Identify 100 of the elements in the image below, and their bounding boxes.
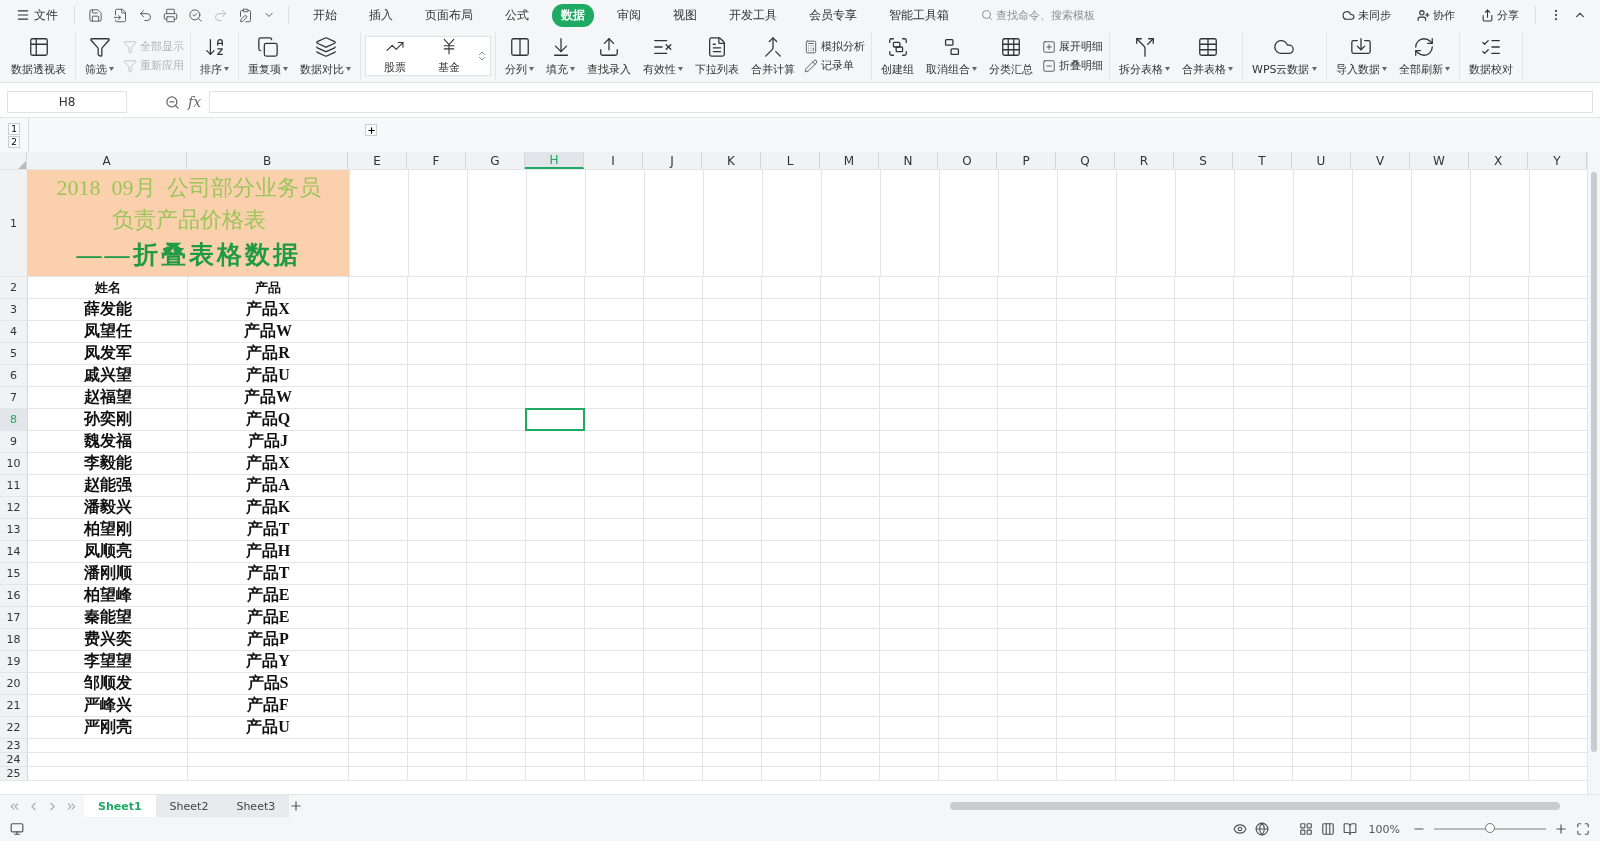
ribbon-button[interactable]: 模拟分析 bbox=[802, 39, 867, 54]
row-header[interactable]: 12 bbox=[0, 497, 28, 518]
gallery-item[interactable]: 股票 bbox=[368, 37, 422, 75]
ribbon-button[interactable]: 拆分表格 bbox=[1114, 32, 1175, 80]
column-header[interactable]: I bbox=[584, 152, 643, 169]
normal-view-icon[interactable] bbox=[1298, 822, 1313, 836]
clipboard-icon[interactable] bbox=[238, 7, 253, 23]
row-header[interactable]: 7 bbox=[0, 387, 28, 408]
ribbon-button[interactable]: 记录单 bbox=[802, 58, 867, 73]
zoom-out-icon[interactable] bbox=[165, 94, 180, 110]
ribbon-button[interactable]: 重复项 bbox=[243, 32, 293, 80]
function-label[interactable]: fx bbox=[188, 94, 202, 110]
horizontal-scrollbar[interactable] bbox=[950, 802, 1560, 810]
gallery-item[interactable]: 基金 bbox=[422, 37, 476, 75]
ribbon-button[interactable]: 分列 bbox=[500, 32, 539, 80]
ribbon-button[interactable]: 填充 bbox=[541, 32, 580, 80]
column-header[interactable]: O bbox=[938, 152, 997, 169]
share-button[interactable]: 分享 bbox=[1475, 6, 1525, 24]
sheet-tab[interactable]: Sheet2 bbox=[155, 795, 223, 817]
column-header[interactable]: E bbox=[348, 152, 407, 169]
ribbon-button[interactable]: 排序 bbox=[195, 32, 234, 80]
page-layout-icon[interactable] bbox=[1320, 822, 1335, 836]
column-header[interactable]: F bbox=[407, 152, 466, 169]
ribbon-tab[interactable]: 智能工具箱 bbox=[880, 3, 958, 27]
expand-button[interactable] bbox=[365, 124, 377, 136]
file-menu[interactable]: 文件 bbox=[10, 6, 64, 24]
column-header[interactable]: K bbox=[702, 152, 761, 169]
row-header[interactable]: 21 bbox=[0, 695, 28, 716]
row-header[interactable]: 15 bbox=[0, 563, 28, 584]
ribbon-button[interactable]: 导入数据 bbox=[1330, 32, 1392, 80]
save-icon[interactable] bbox=[88, 7, 103, 23]
ribbon-button[interactable]: 筛选 bbox=[80, 32, 119, 80]
column-header[interactable]: S bbox=[1174, 152, 1233, 169]
column-header[interactable]: M bbox=[820, 152, 879, 169]
ribbon-button[interactable]: 合并计算 bbox=[746, 32, 800, 80]
gallery-scroll-icon[interactable] bbox=[476, 50, 488, 62]
ribbon-tab[interactable]: 会员专享 bbox=[800, 3, 866, 27]
ribbon-button[interactable]: 查找录入 bbox=[582, 32, 636, 80]
collaborate-button[interactable]: 协作 bbox=[1411, 6, 1461, 24]
row-header[interactable]: 6 bbox=[0, 365, 28, 386]
column-header[interactable]: Q bbox=[1056, 152, 1115, 169]
ribbon-button[interactable]: 展开明细 bbox=[1040, 39, 1105, 54]
column-header[interactable]: G bbox=[466, 152, 525, 169]
ribbon-button[interactable]: 数据对比 bbox=[295, 32, 356, 80]
import-icon[interactable] bbox=[113, 7, 128, 23]
column-header[interactable]: A bbox=[27, 152, 187, 169]
row-header[interactable]: 4 bbox=[0, 321, 28, 342]
formula-field[interactable] bbox=[209, 91, 1593, 113]
zoom-thumb[interactable] bbox=[1485, 823, 1495, 833]
ribbon-button[interactable]: WPS云数据 bbox=[1247, 32, 1322, 80]
ribbon-tab[interactable]: 开始 bbox=[304, 3, 346, 27]
column-header[interactable]: P bbox=[997, 152, 1056, 169]
zoom-in-icon[interactable] bbox=[1554, 822, 1568, 836]
row-header[interactable]: 10 bbox=[0, 453, 28, 474]
globe-icon[interactable] bbox=[1254, 822, 1269, 836]
ribbon-button[interactable]: 创建组 bbox=[876, 32, 919, 80]
column-header[interactable]: Y bbox=[1528, 152, 1587, 169]
column-header[interactable]: J bbox=[643, 152, 702, 169]
row-header[interactable]: 3 bbox=[0, 299, 28, 320]
ribbon-button[interactable]: 取消组合 bbox=[921, 32, 982, 80]
fullscreen-icon[interactable] bbox=[1576, 822, 1590, 836]
ribbon-button[interactable]: 折叠明细 bbox=[1040, 58, 1105, 73]
vertical-scrollbar[interactable] bbox=[1587, 152, 1600, 794]
outline-level-button[interactable]: 2 bbox=[8, 135, 20, 148]
column-header[interactable]: V bbox=[1351, 152, 1410, 169]
zoom-level[interactable]: 100% bbox=[1368, 822, 1400, 836]
ribbon-button[interactable]: 合并表格 bbox=[1177, 32, 1238, 80]
row-header[interactable]: 11 bbox=[0, 475, 28, 496]
column-header[interactable]: T bbox=[1233, 152, 1292, 169]
row-header[interactable]: 14 bbox=[0, 541, 28, 562]
ribbon-tab[interactable]: 视图 bbox=[664, 3, 706, 27]
row-header[interactable]: 2 bbox=[0, 277, 28, 298]
column-header[interactable]: L bbox=[761, 152, 820, 169]
column-header[interactable]: X bbox=[1469, 152, 1528, 169]
outline-level-button[interactable]: 1 bbox=[8, 122, 20, 135]
monitor-icon[interactable] bbox=[10, 822, 24, 836]
preview-icon[interactable] bbox=[188, 7, 203, 23]
row-header[interactable]: 17 bbox=[0, 607, 28, 628]
column-header[interactable]: N bbox=[879, 152, 938, 169]
column-header[interactable]: B bbox=[187, 152, 348, 169]
ribbon-tab[interactable]: 审阅 bbox=[608, 3, 650, 27]
row-header[interactable]: 5 bbox=[0, 343, 28, 364]
row-header[interactable]: 13 bbox=[0, 519, 28, 540]
ribbon-button[interactable]: 全部刷新 bbox=[1393, 32, 1455, 80]
row-header[interactable]: 20 bbox=[0, 673, 28, 694]
row-header[interactable]: 9 bbox=[0, 431, 28, 452]
ribbon-tab[interactable]: 插入 bbox=[360, 3, 402, 27]
reading-view-icon[interactable] bbox=[1342, 822, 1357, 836]
eye-icon[interactable] bbox=[1232, 822, 1247, 836]
row-header[interactable]: 25 bbox=[0, 767, 28, 780]
sync-button[interactable]: 未同步 bbox=[1336, 6, 1397, 24]
row-header[interactable]: 22 bbox=[0, 717, 28, 738]
add-sheet-icon[interactable] bbox=[289, 799, 304, 813]
ribbon-tab[interactable]: 页面布局 bbox=[416, 3, 482, 27]
row-header[interactable]: 19 bbox=[0, 651, 28, 672]
row-header[interactable]: 24 bbox=[0, 753, 28, 766]
ribbon-button[interactable]: 有效性 bbox=[638, 32, 688, 80]
print-icon[interactable] bbox=[163, 7, 178, 23]
undo-icon[interactable] bbox=[138, 7, 153, 23]
name-box[interactable]: H8 bbox=[7, 91, 127, 113]
